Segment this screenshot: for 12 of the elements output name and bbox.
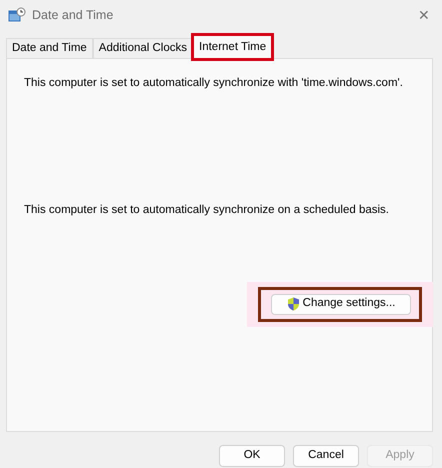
tab[interactable]: Internet Time [193, 35, 272, 59]
tab[interactable]: Additional Clocks [92, 38, 194, 58]
status-text: This computer is set to automatically synchronize on a scheduled basis. [23, 203, 390, 218]
calendar-clock-icon [8, 7, 26, 23]
dialog-button[interactable]: Cancel [293, 445, 359, 467]
change-settings-button[interactable]: Change settings... [271, 294, 411, 314]
dialog-button[interactable]: OK [219, 445, 285, 467]
close-button[interactable]: ✕ [414, 4, 434, 26]
status-text: This computer is set to automatically synchronize with 'time.windows.com'. [23, 76, 404, 91]
window-title: Date and Time [32, 6, 114, 24]
shield-icon [286, 297, 300, 311]
tab[interactable]: Date and Time [6, 38, 93, 58]
